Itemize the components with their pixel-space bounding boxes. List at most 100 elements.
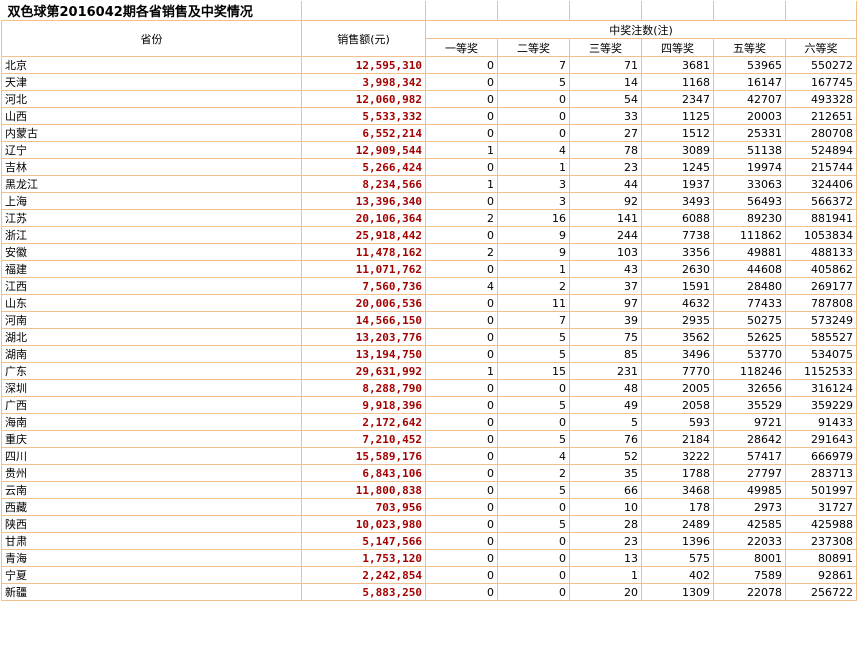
prize-count-cell: 402 — [641, 566, 714, 584]
prize-count-cell: 53770 — [713, 345, 786, 363]
prize-count-cell: 78 — [569, 141, 642, 159]
prize-count-cell: 2058 — [641, 396, 714, 414]
prize-count-cell: 1 — [497, 158, 570, 176]
prize-count-cell: 89230 — [713, 209, 786, 227]
prize-count-cell: 31727 — [785, 498, 857, 516]
prize-count-cell: 91433 — [785, 413, 857, 431]
prize-count-cell: 256722 — [785, 583, 857, 601]
lottery-sales-table: 双色球第2016042期各省销售及中奖情况 省份 销售额(元) 中奖注数(注) … — [1, 1, 857, 601]
prize-count-cell: 425988 — [785, 515, 857, 533]
prize-count-cell: 5 — [497, 345, 570, 363]
prize-count-cell: 7738 — [641, 226, 714, 244]
sales-cell: 14,566,150 — [301, 311, 426, 329]
prize-count-cell: 575 — [641, 549, 714, 567]
prize-count-cell: 0 — [425, 90, 498, 108]
prize-count-cell: 66 — [569, 481, 642, 499]
province-cell: 江西 — [1, 277, 302, 295]
sales-cell: 15,589,176 — [301, 447, 426, 465]
prize-count-cell: 20003 — [713, 107, 786, 125]
prize-count-cell: 1396 — [641, 532, 714, 550]
sales-cell: 5,147,566 — [301, 532, 426, 550]
prize-count-cell: 49 — [569, 396, 642, 414]
prize-count-cell: 25331 — [713, 124, 786, 142]
prize-count-cell: 49985 — [713, 481, 786, 499]
prize-count-cell: 8001 — [713, 549, 786, 567]
prize-count-cell: 212651 — [785, 107, 857, 125]
province-cell: 河南 — [1, 311, 302, 329]
sales-cell: 12,595,310 — [301, 56, 426, 74]
table-row: 广东 29,631,992 1 15 231 7770 118246 1152533 — [1, 362, 857, 380]
prize-count-cell: 0 — [425, 158, 498, 176]
province-cell: 重庆 — [1, 430, 302, 448]
table-body: 北京 12,595,310 0 7 71 3681 53965 550272 天津 3,998,3… — [1, 56, 857, 601]
prize-count-cell: 54 — [569, 90, 642, 108]
province-cell: 湖北 — [1, 328, 302, 346]
prize-count-cell: 2935 — [641, 311, 714, 329]
prize-count-cell: 5 — [569, 413, 642, 431]
prize-count-cell: 111862 — [713, 226, 786, 244]
prize-count-cell: 5 — [497, 481, 570, 499]
sales-cell: 1,753,120 — [301, 549, 426, 567]
sales-cell: 6,552,214 — [301, 124, 426, 142]
prize-count-cell: 0 — [425, 56, 498, 74]
header-province: 省份 — [1, 20, 302, 57]
prize-count-cell: 39 — [569, 311, 642, 329]
prize-count-cell: 3562 — [641, 328, 714, 346]
table-row: 陕西 10,023,980 0 5 28 2489 42585 425988 — [1, 515, 857, 533]
prize-count-cell: 2 — [497, 464, 570, 482]
prize-count-cell: 42585 — [713, 515, 786, 533]
prize-count-cell: 493328 — [785, 90, 857, 108]
sales-cell: 20,106,364 — [301, 209, 426, 227]
table-row: 福建 11,071,762 0 1 43 2630 44608 405862 — [1, 260, 857, 278]
prize-count-cell: 5 — [497, 515, 570, 533]
prize-count-cell: 316124 — [785, 379, 857, 397]
header-prize-2: 二等奖 — [497, 38, 570, 57]
prize-count-cell: 0 — [425, 515, 498, 533]
prize-count-cell: 27797 — [713, 464, 786, 482]
prize-count-cell: 9 — [497, 226, 570, 244]
prize-count-cell: 2347 — [641, 90, 714, 108]
prize-count-cell: 32656 — [713, 379, 786, 397]
prize-count-cell: 2 — [425, 243, 498, 261]
province-cell: 贵州 — [1, 464, 302, 482]
table-row: 深圳 8,288,790 0 0 48 2005 32656 316124 — [1, 379, 857, 397]
sales-cell: 29,631,992 — [301, 362, 426, 380]
province-cell: 深圳 — [1, 379, 302, 397]
sales-cell: 5,266,424 — [301, 158, 426, 176]
province-cell: 浙江 — [1, 226, 302, 244]
prize-count-cell: 244 — [569, 226, 642, 244]
prize-count-cell: 1245 — [641, 158, 714, 176]
prize-count-cell: 4 — [497, 141, 570, 159]
prize-count-cell: 9 — [497, 243, 570, 261]
sales-cell: 7,560,736 — [301, 277, 426, 295]
prize-count-cell: 0 — [425, 294, 498, 312]
prize-count-cell: 0 — [425, 430, 498, 448]
page: 双色球第2016042期各省销售及中奖情况 省份 销售额(元) 中奖注数(注) … — [0, 0, 857, 666]
prize-count-cell: 27 — [569, 124, 642, 142]
prize-count-cell: 51138 — [713, 141, 786, 159]
prize-count-cell: 16 — [497, 209, 570, 227]
table-row: 西藏 703,956 0 0 10 178 2973 31727 — [1, 498, 857, 516]
prize-count-cell: 1591 — [641, 277, 714, 295]
table-row: 新疆 5,883,250 0 0 20 1309 22078 256722 — [1, 583, 857, 601]
sales-cell: 11,071,762 — [301, 260, 426, 278]
sales-cell: 9,918,396 — [301, 396, 426, 414]
page-title: 双色球第2016042期各省销售及中奖情况 — [1, 1, 302, 21]
header-prize-3: 三等奖 — [569, 38, 642, 57]
sales-cell: 8,288,790 — [301, 379, 426, 397]
prize-count-cell: 19974 — [713, 158, 786, 176]
table-row: 广西 9,918,396 0 5 49 2058 35529 359229 — [1, 396, 857, 414]
table-row: 浙江 25,918,442 0 9 244 7738 111862 1053834 — [1, 226, 857, 244]
prize-count-cell: 1788 — [641, 464, 714, 482]
prize-count-cell: 85 — [569, 345, 642, 363]
prize-count-cell: 0 — [497, 379, 570, 397]
sales-cell: 13,194,750 — [301, 345, 426, 363]
prize-count-cell: 80891 — [785, 549, 857, 567]
province-cell: 湖南 — [1, 345, 302, 363]
prize-count-cell: 0 — [425, 566, 498, 584]
header-winners: 中奖注数(注) — [425, 20, 857, 39]
table-row: 吉林 5,266,424 0 1 23 1245 19974 215744 — [1, 158, 857, 176]
prize-count-cell: 42707 — [713, 90, 786, 108]
sales-cell: 25,918,442 — [301, 226, 426, 244]
prize-count-cell: 33063 — [713, 175, 786, 193]
